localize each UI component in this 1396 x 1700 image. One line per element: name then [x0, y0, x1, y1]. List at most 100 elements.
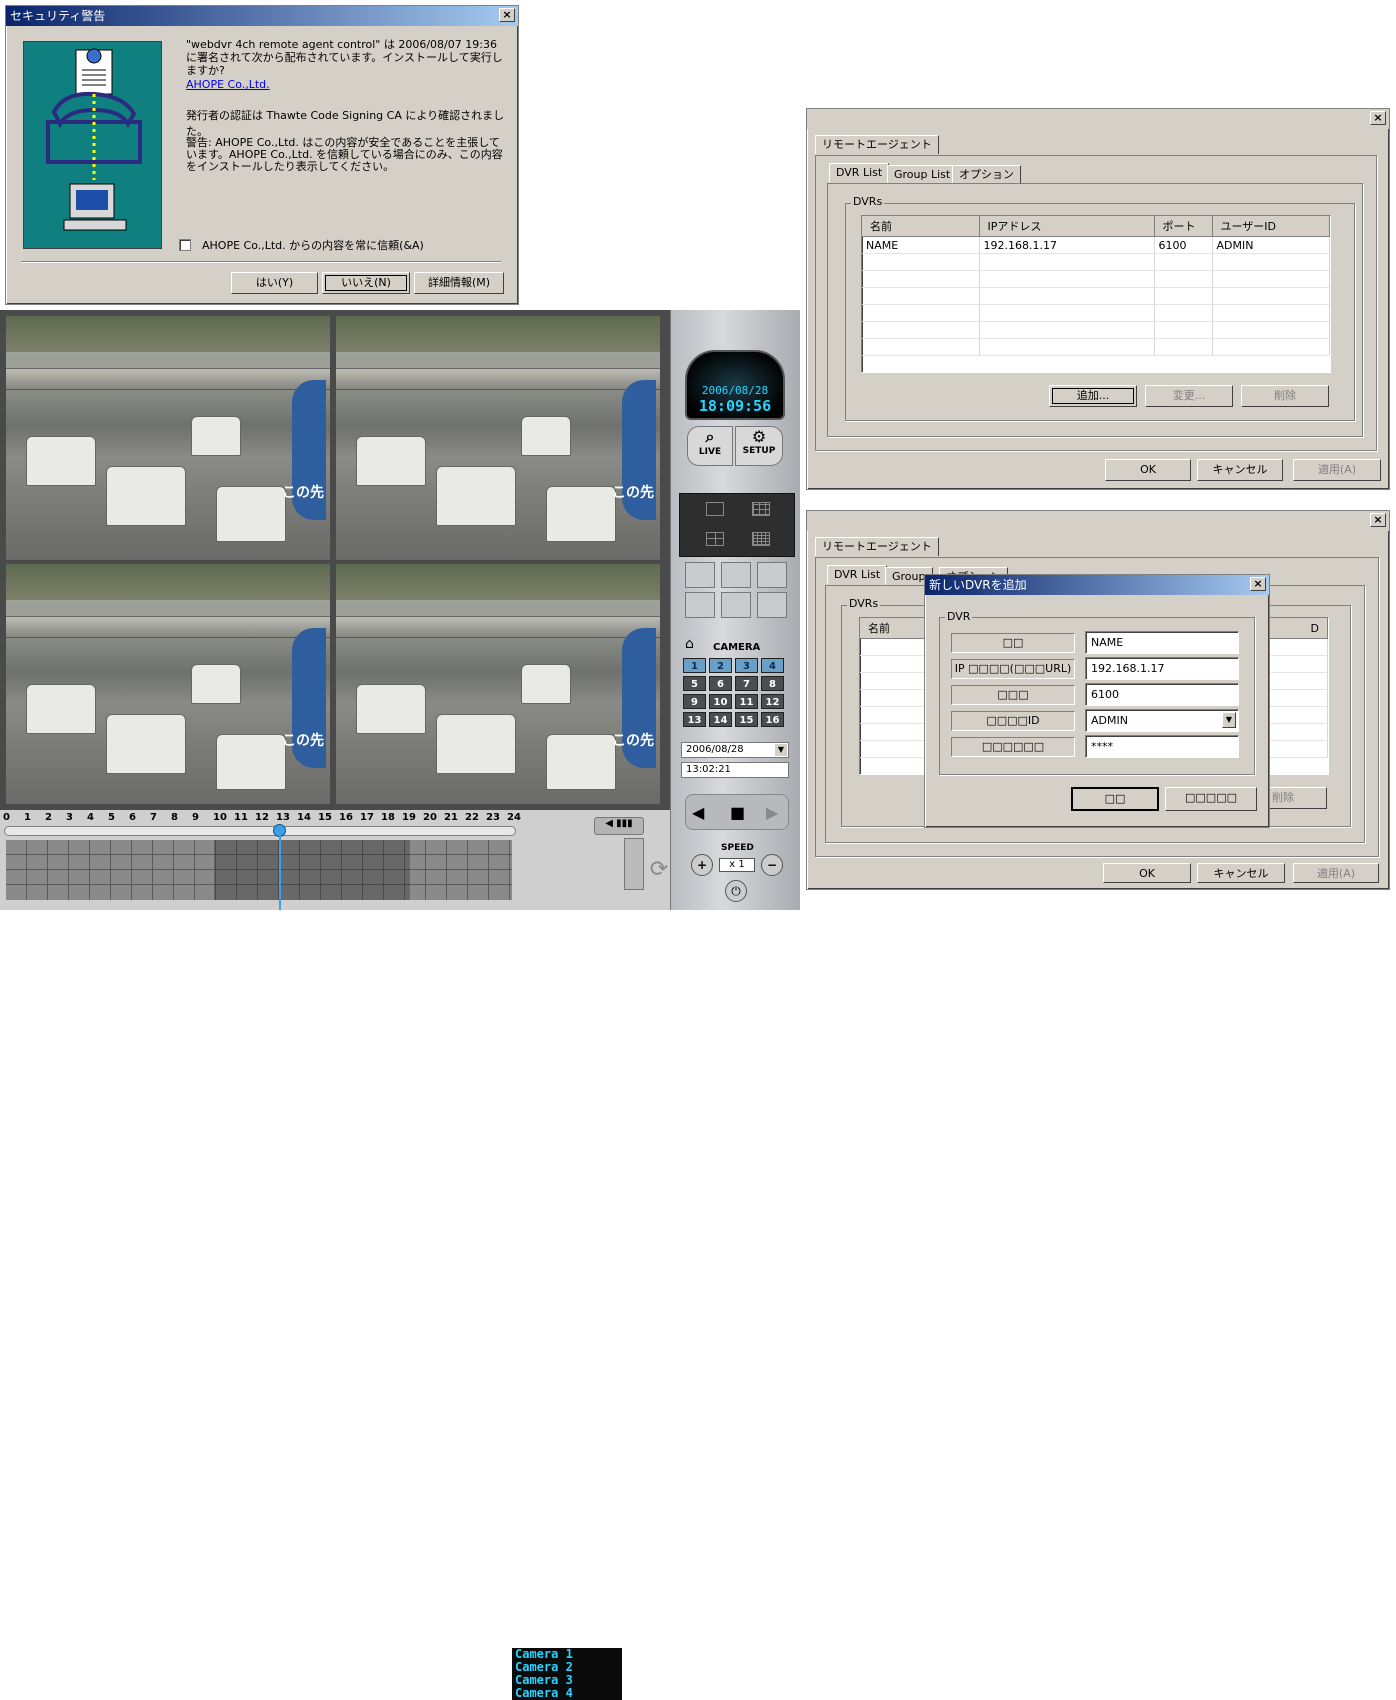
- setup-button[interactable]: ⚙ SETUP: [735, 426, 783, 466]
- ip-label: IP □□□□(□□□URL): [951, 659, 1075, 679]
- settings-icon[interactable]: [757, 592, 787, 618]
- close-button[interactable]: ×: [1370, 111, 1386, 125]
- tab-dvr-list[interactable]: DVR List: [827, 565, 888, 584]
- live-button[interactable]: ⌕ LIVE: [687, 426, 733, 466]
- camera-view-4[interactable]: この先: [336, 564, 660, 804]
- camera-button-11[interactable]: 11: [735, 694, 758, 709]
- userid-label: □□□□ID: [951, 711, 1075, 731]
- close-button[interactable]: ×: [1250, 577, 1266, 591]
- camera-list-item[interactable]: Camera 2: [515, 1661, 622, 1674]
- table-row: [862, 287, 1330, 305]
- publisher-link[interactable]: AHOPE Co.,Ltd.: [186, 78, 270, 91]
- search-time-value: 13:02:21: [686, 764, 731, 775]
- tab-dvr-list[interactable]: DVR List: [829, 163, 890, 182]
- camera-button-1[interactable]: 1: [683, 658, 706, 673]
- camera-view-1[interactable]: この先: [6, 316, 330, 560]
- camera-button-8[interactable]: 8: [761, 676, 784, 691]
- details-button[interactable]: 詳細情報(M): [414, 272, 504, 294]
- close-button[interactable]: ×: [499, 8, 515, 22]
- chevron-down-icon[interactable]: ▼: [775, 744, 787, 756]
- column-header-name[interactable]: 名前: [862, 216, 980, 237]
- camera-button-7[interactable]: 7: [735, 676, 758, 691]
- camera-button-16[interactable]: 16: [761, 712, 784, 727]
- delete-dvr-button[interactable]: 削除: [1241, 385, 1329, 407]
- tab-remote-agent[interactable]: リモートエージェント: [815, 537, 939, 556]
- camera-button-14[interactable]: 14: [709, 712, 732, 727]
- ok-button[interactable]: OK: [1103, 863, 1191, 883]
- ok-button[interactable]: □□: [1071, 787, 1159, 811]
- timeline-refresh-icon[interactable]: ⟳: [648, 845, 670, 895]
- timeline-hour-label: 3: [66, 812, 73, 823]
- timeline-hour-label: 16: [339, 812, 353, 823]
- layout-4x4-icon[interactable]: [752, 532, 770, 546]
- camera-list-item[interactable]: Camera 4: [515, 1687, 622, 1700]
- camera-list-item[interactable]: Camera 3: [515, 1674, 622, 1687]
- column-header-userid[interactable]: ユーザーID: [1212, 216, 1330, 237]
- layout-3x3-icon[interactable]: [752, 502, 770, 516]
- speed-increase-button[interactable]: +: [691, 854, 713, 876]
- camera-view-3[interactable]: この先: [6, 564, 330, 804]
- cancel-button[interactable]: キャンセル: [1197, 459, 1283, 481]
- layout-selector: [679, 493, 795, 557]
- camera-button-13[interactable]: 13: [683, 712, 706, 727]
- change-dvr-button[interactable]: 変更...: [1145, 385, 1233, 407]
- search-date-field[interactable]: 2006/08/28 ▼: [681, 742, 789, 758]
- yes-button[interactable]: はい(Y): [231, 272, 318, 294]
- timeline-grid[interactable]: [6, 840, 512, 900]
- column-header-port[interactable]: ポート: [1154, 216, 1213, 237]
- port-field[interactable]: 6100: [1085, 683, 1239, 706]
- camera-list-item[interactable]: Camera 1: [515, 1648, 622, 1661]
- volume-icon[interactable]: ◀ ▮▮▮: [594, 817, 644, 835]
- userid-select[interactable]: ADMIN ▼: [1085, 709, 1239, 732]
- ok-button[interactable]: OK: [1105, 459, 1191, 481]
- timeline-slider-track[interactable]: [4, 826, 516, 836]
- camera-button-5[interactable]: 5: [683, 676, 706, 691]
- camera-button-4[interactable]: 4: [761, 658, 784, 673]
- play-icon[interactable]: ▶: [766, 803, 778, 822]
- layout-1x1-icon[interactable]: [706, 502, 724, 516]
- playback-icon[interactable]: [685, 592, 715, 618]
- ip-address-field[interactable]: 192.168.1.17: [1085, 657, 1239, 680]
- search-icon[interactable]: [757, 562, 787, 588]
- camera-list-scrollbar[interactable]: [624, 838, 644, 890]
- name-label: □□: [951, 633, 1075, 653]
- camera-view-2[interactable]: この先: [336, 316, 660, 560]
- search-date-value: 2006/08/28: [686, 744, 744, 755]
- table-row[interactable]: NAME 192.168.1.17 6100 ADMIN: [862, 236, 1330, 254]
- camera-button-3[interactable]: 3: [735, 658, 758, 673]
- close-button[interactable]: ×: [1370, 513, 1386, 527]
- apply-button[interactable]: 適用(A): [1293, 459, 1381, 481]
- camera-button-10[interactable]: 10: [709, 694, 732, 709]
- cancel-button[interactable]: □□□□□: [1165, 787, 1257, 811]
- tab-group-list[interactable]: Group List: [887, 165, 958, 184]
- apply-button[interactable]: 適用(A): [1293, 863, 1379, 883]
- export-icon[interactable]: [685, 562, 715, 588]
- power-button[interactable]: ⏻: [725, 880, 747, 902]
- name-field[interactable]: NAME: [1085, 631, 1239, 654]
- chevron-down-icon[interactable]: ▼: [1222, 712, 1236, 728]
- save-icon[interactable]: [721, 562, 751, 588]
- window-titlebar: ×: [807, 511, 1389, 531]
- column-header-ip[interactable]: IPアドレス: [979, 216, 1155, 237]
- camera-button-2[interactable]: 2: [709, 658, 732, 673]
- speed-decrease-button[interactable]: −: [761, 854, 783, 876]
- no-button[interactable]: いいえ(N): [322, 272, 410, 294]
- timeline-hour-label: 8: [171, 812, 178, 823]
- stop-icon[interactable]: ■: [730, 803, 745, 822]
- camera-button-12[interactable]: 12: [761, 694, 784, 709]
- dvr-list-view[interactable]: 名前 IPアドレス ポート ユーザーID NAME 192.168.1.17 6…: [861, 215, 1331, 373]
- layout-2x2-icon[interactable]: [706, 532, 724, 546]
- cancel-button[interactable]: キャンセル: [1197, 863, 1285, 883]
- search-time-field[interactable]: 13:02:21: [681, 762, 789, 778]
- camera-button-9[interactable]: 9: [683, 694, 706, 709]
- password-field[interactable]: ****: [1085, 735, 1239, 758]
- tab-options[interactable]: オプション: [952, 165, 1021, 184]
- camera-button-15[interactable]: 15: [735, 712, 758, 727]
- print-icon[interactable]: [721, 592, 751, 618]
- camera-button-6[interactable]: 6: [709, 676, 732, 691]
- timeline-cursor-line: [279, 836, 281, 910]
- trust-checkbox[interactable]: [179, 239, 191, 251]
- rewind-icon[interactable]: ◀: [692, 803, 704, 822]
- tab-remote-agent[interactable]: リモートエージェント: [815, 135, 939, 154]
- add-dvr-button[interactable]: 追加...: [1049, 385, 1137, 407]
